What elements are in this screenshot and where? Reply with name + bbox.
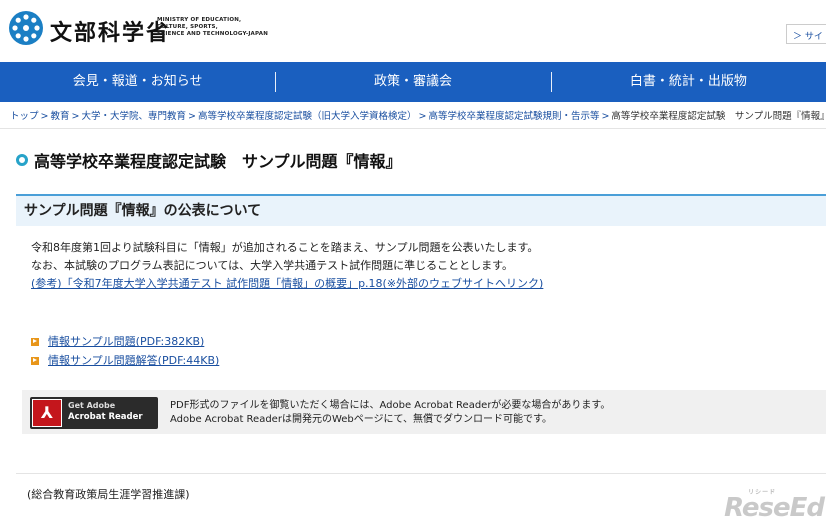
circle-bullet-icon xyxy=(16,154,28,166)
sitemap-link[interactable]: ＞ サイ xyxy=(786,24,826,44)
nav-item-press[interactable]: 会見・報道・お知らせ xyxy=(0,62,275,102)
breadcrumb-separator-icon: > xyxy=(418,111,427,122)
breadcrumb: トップ > 教育 > 大学・大学院、専門教育 > 高等学校卒業程度認定試験（旧大学入学資格検… xyxy=(10,108,826,122)
site-title[interactable]: 文部科学省 xyxy=(50,15,170,47)
site-header: 文部科学省 MINISTRY OF EDUCATION, CULTURE, SP… xyxy=(0,0,826,62)
arrow-bullet-icon xyxy=(31,356,39,365)
acrobat-badge-line1: Get Adobe xyxy=(68,401,116,410)
reference-link[interactable]: (参考)「令和7年度大学入学共通テスト 試作問題「情報」の概要」p.18(※外部… xyxy=(31,277,543,290)
nav-item-publications[interactable]: 白書・統計・出版物 xyxy=(550,62,826,102)
section-body: 令和8年度第1回より試験科目に「情報」が追加されることを踏まえ、サンプル問題を公… xyxy=(31,239,543,293)
breadcrumb-separator-icon: > xyxy=(71,111,80,122)
breadcrumb-current: 高等学校卒業程度認定試験 サンプル問題『情報』 xyxy=(611,111,826,122)
acrobat-notice: ⅄ Get Adobe Acrobat Reader PDF形式のファイルを御覧… xyxy=(22,390,826,434)
arrow-bullet-icon xyxy=(31,337,39,346)
breadcrumb-link-rules[interactable]: 高等学校卒業程度認定試験規則・告示等 xyxy=(428,111,599,122)
pdf-link-sample-problem[interactable]: 情報サンプル問題(PDF:382KB) xyxy=(48,332,204,351)
acrobat-badge-line2: Acrobat Reader xyxy=(68,412,143,422)
page-title-block: 高等学校卒業程度認定試験 サンプル問題『情報』 xyxy=(16,148,402,172)
acrobat-description: PDF形式のファイルを御覧いただく場合には、Adobe Acrobat Read… xyxy=(170,400,611,425)
watermark-logo: リシード ReseEd xyxy=(724,489,825,523)
breadcrumb-separator-icon: > xyxy=(601,111,610,122)
breadcrumb-link-university[interactable]: 大学・大学院、専門教育 xyxy=(81,111,186,122)
divider xyxy=(16,473,826,474)
breadcrumb-link-exam[interactable]: 高等学校卒業程度認定試験（旧大学入学資格検定） xyxy=(198,111,417,122)
department-credit: (総合教育政策局生涯学習推進課) xyxy=(27,488,190,501)
section-heading: サンプル問題『情報』の公表について xyxy=(16,194,826,226)
breadcrumb-separator-icon: > xyxy=(187,111,196,122)
breadcrumb-link-top[interactable]: トップ xyxy=(10,111,39,122)
list-item: 情報サンプル問題解答(PDF:44KB) xyxy=(31,351,219,370)
list-item: 情報サンプル問題(PDF:382KB) xyxy=(31,332,219,351)
document-list: 情報サンプル問題(PDF:382KB) 情報サンプル問題解答(PDF:44KB) xyxy=(31,332,219,370)
divider xyxy=(0,128,826,129)
paragraph-announcement: 令和8年度第1回より試験科目に「情報」が追加されることを踏まえ、サンプル問題を公… xyxy=(31,241,539,254)
paragraph-notation: なお、本試験のプログラム表記については、大学入学共通テスト試作問題に準じることと… xyxy=(31,259,514,272)
breadcrumb-separator-icon: > xyxy=(40,111,49,122)
get-acrobat-button[interactable]: ⅄ Get Adobe Acrobat Reader xyxy=(30,397,158,429)
breadcrumb-link-education[interactable]: 教育 xyxy=(50,111,69,122)
site-title-english: MINISTRY OF EDUCATION, CULTURE, SPORTS, … xyxy=(157,17,269,37)
nav-item-policy[interactable]: 政策・審議会 xyxy=(275,62,550,102)
ministry-logo-icon[interactable] xyxy=(8,10,44,46)
pdf-link-sample-answers[interactable]: 情報サンプル問題解答(PDF:44KB) xyxy=(48,351,219,370)
acrobat-logo-icon: ⅄ xyxy=(32,399,62,427)
global-nav: 会見・報道・お知らせ 政策・審議会 白書・統計・出版物 xyxy=(0,62,826,102)
page-title: 高等学校卒業程度認定試験 サンプル問題『情報』 xyxy=(34,152,402,171)
